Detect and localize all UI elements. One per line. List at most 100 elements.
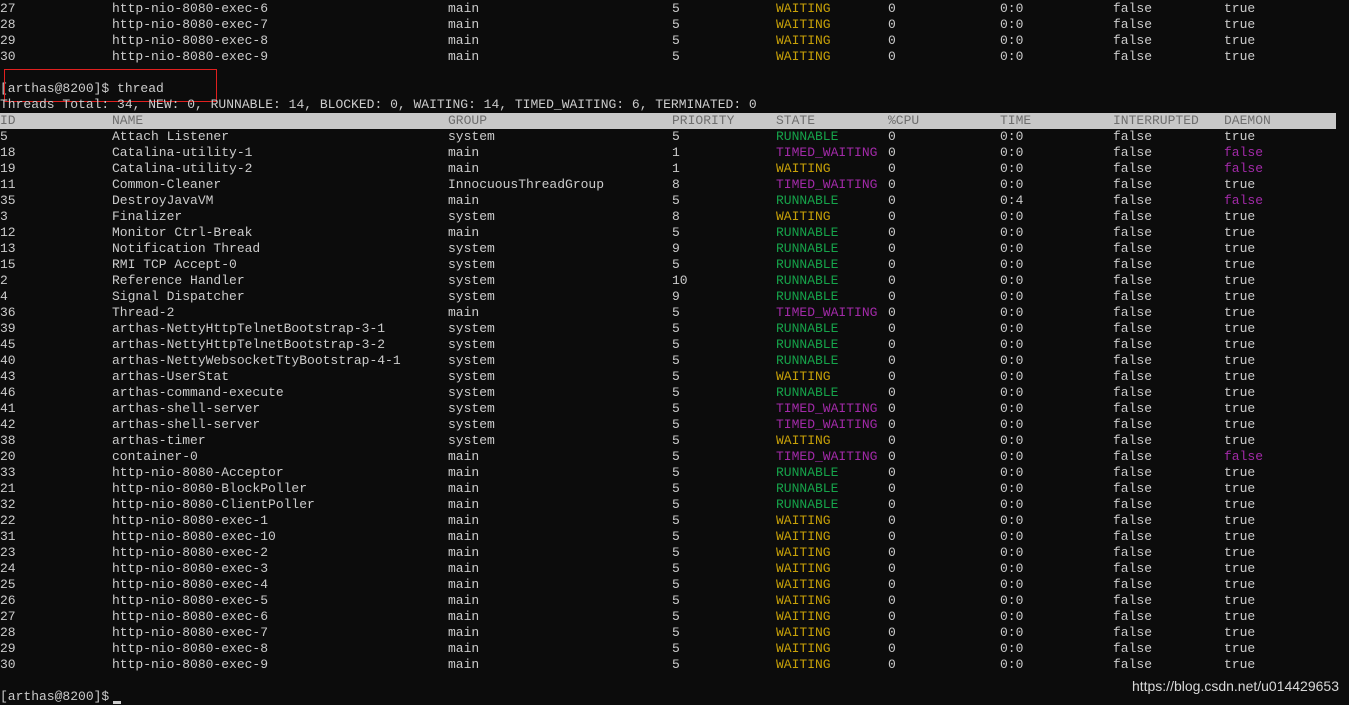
- thread-state: WAITING: [776, 49, 831, 64]
- thread-time: 0:0: [1000, 625, 1024, 640]
- thread-priority: 5: [672, 353, 680, 368]
- thread-name: DestroyJavaVM: [112, 193, 214, 208]
- thread-daemon: false: [1224, 161, 1264, 176]
- table-row: 13 Notification Thread system 9 RUNNABLE 0 0:0…: [0, 241, 1336, 257]
- thread-daemon: true: [1224, 401, 1256, 416]
- thread-id: 2: [0, 273, 8, 288]
- thread-group: system: [448, 321, 495, 336]
- thread-interrupted: false: [1113, 657, 1153, 672]
- thread-daemon: true: [1224, 609, 1256, 624]
- thread-cpu: 0: [888, 529, 896, 544]
- thread-priority: 5: [672, 545, 680, 560]
- table-row: 25 http-nio-8080-exec-4 main 5 WAITING 0 0:0 fa…: [0, 577, 1336, 593]
- thread-priority: 5: [672, 593, 680, 608]
- table-row: 27 http-nio-8080-exec-6 main 5 WAITING 0 0:0 fa…: [0, 609, 1336, 625]
- table-row: 41 arthas-shell-server system 5 TIMED_WAITIN…: [0, 401, 1336, 417]
- thread-time: 0:0: [1000, 417, 1024, 432]
- thread-state: RUNNABLE: [776, 385, 839, 400]
- thread-daemon: false: [1224, 449, 1264, 464]
- thread-priority: 5: [672, 433, 680, 448]
- thread-state: TIMED_WAITING: [776, 305, 878, 320]
- final-prompt-line[interactable]: [arthas@8200]$: [0, 689, 122, 705]
- thread-group: main: [448, 17, 480, 32]
- thread-group: main: [448, 561, 480, 576]
- thread-interrupted: false: [1113, 161, 1153, 176]
- thread-cpu: 0: [888, 561, 896, 576]
- thread-cpu: 0: [888, 545, 896, 560]
- table-row: 18 Catalina-utility-1 main 1 TIMED_WAITING 0 0…: [0, 145, 1336, 161]
- thread-time: 0:0: [1000, 17, 1024, 32]
- thread-name: Catalina-utility-1: [112, 145, 253, 160]
- thread-daemon: true: [1224, 33, 1256, 48]
- thread-interrupted: false: [1113, 145, 1153, 160]
- thread-priority: 5: [672, 481, 680, 496]
- thread-id: 19: [0, 161, 16, 176]
- thread-state: WAITING: [776, 1, 831, 16]
- thread-interrupted: false: [1113, 481, 1153, 496]
- thread-id: 18: [0, 145, 16, 160]
- thread-group: system: [448, 241, 495, 256]
- thread-name: Attach Listener: [112, 129, 230, 144]
- thread-priority: 5: [672, 657, 680, 672]
- thread-id: 29: [0, 33, 16, 48]
- thread-id: 4: [0, 289, 8, 304]
- thread-priority: 5: [672, 17, 680, 32]
- table-row: 11 Common-Cleaner InnocuousThreadGroup 8 TIM…: [0, 177, 1336, 193]
- thread-state: WAITING: [776, 433, 831, 448]
- column-name: NAME: [112, 113, 144, 128]
- thread-priority: 5: [672, 609, 680, 624]
- table-row: 31 http-nio-8080-exec-10 main 5 WAITING 0 0:0 f…: [0, 529, 1336, 545]
- thread-group: system: [448, 417, 495, 432]
- thread-id: 43: [0, 369, 16, 384]
- threads-summary: Threads Total: 34, NEW: 0, RUNNABLE: 14,…: [0, 97, 757, 112]
- thread-cpu: 0: [888, 129, 896, 144]
- thread-cpu: 0: [888, 17, 896, 32]
- table-row: 42 arthas-shell-server system 5 TIMED_WAITIN…: [0, 417, 1336, 433]
- table-row: 26 http-nio-8080-exec-5 main 5 WAITING 0 0:0 fa…: [0, 593, 1336, 609]
- thread-priority: 8: [672, 209, 680, 224]
- thread-state: RUNNABLE: [776, 353, 839, 368]
- table-row: 24 http-nio-8080-exec-3 main 5 WAITING 0 0:0 fa…: [0, 561, 1336, 577]
- thread-group: main: [448, 497, 480, 512]
- thread-time: 0:0: [1000, 497, 1024, 512]
- thread-daemon: false: [1224, 193, 1264, 208]
- thread-interrupted: false: [1113, 369, 1153, 384]
- thread-id: 11: [0, 177, 16, 192]
- thread-time: 0:0: [1000, 545, 1024, 560]
- thread-group: system: [448, 369, 495, 384]
- thread-id: 26: [0, 593, 16, 608]
- thread-cpu: 0: [888, 609, 896, 624]
- thread-daemon: true: [1224, 225, 1256, 240]
- thread-time: 0:0: [1000, 529, 1024, 544]
- table-row: 29 http-nio-8080-exec-8 main 5 WAITING 0 0:0 fa…: [0, 33, 1336, 49]
- thread-daemon: true: [1224, 385, 1256, 400]
- thread-id: 25: [0, 577, 16, 592]
- thread-id: 30: [0, 49, 16, 64]
- table-row: 28 http-nio-8080-exec-7 main 5 WAITING 0 0:0 fa…: [0, 17, 1336, 33]
- thread-priority: 5: [672, 321, 680, 336]
- thread-cpu: 0: [888, 625, 896, 640]
- thread-daemon: true: [1224, 561, 1256, 576]
- thread-interrupted: false: [1113, 417, 1153, 432]
- thread-state: WAITING: [776, 609, 831, 624]
- thread-name: Finalizer: [112, 209, 183, 224]
- table-row: 20 container-0 main 5 TIMED_WAITING 0 0:0 false…: [0, 449, 1336, 465]
- thread-time: 0:0: [1000, 561, 1024, 576]
- thread-id: 42: [0, 417, 16, 432]
- thread-priority: 5: [672, 385, 680, 400]
- thread-priority: 5: [672, 497, 680, 512]
- thread-cpu: 0: [888, 49, 896, 64]
- thread-cpu: 0: [888, 417, 896, 432]
- thread-time: 0:0: [1000, 593, 1024, 608]
- thread-time: 0:0: [1000, 321, 1024, 336]
- thread-cpu: 0: [888, 369, 896, 384]
- thread-interrupted: false: [1113, 593, 1153, 608]
- table-row: 3 Finalizer system 8 WAITING 0 0:0 false true: [0, 209, 1336, 225]
- thread-priority: 5: [672, 49, 680, 64]
- thread-time: 0:0: [1000, 337, 1024, 352]
- thread-name: arthas-UserStat: [112, 369, 230, 384]
- thread-group: main: [448, 305, 480, 320]
- thread-interrupted: false: [1113, 337, 1153, 352]
- thread-id: 32: [0, 497, 16, 512]
- thread-id: 29: [0, 641, 16, 656]
